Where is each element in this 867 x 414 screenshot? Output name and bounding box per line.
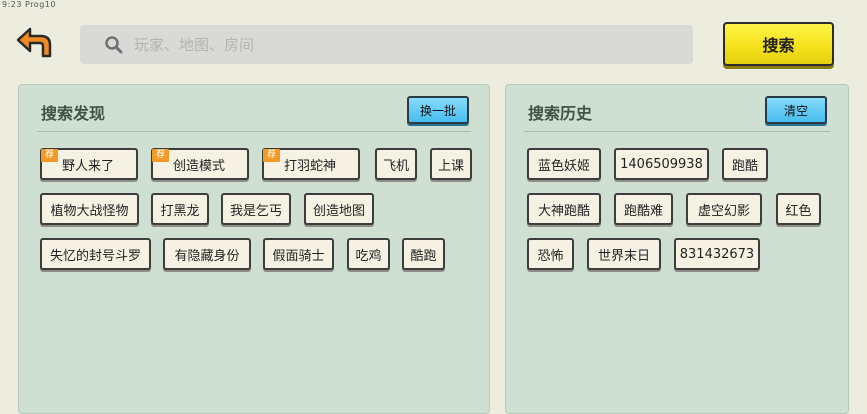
discover-tag[interactable]: 创造地图 (304, 193, 374, 225)
discover-tag[interactable]: 上课 (430, 148, 472, 180)
history-tag[interactable]: 恐怖 (527, 238, 574, 270)
history-tag[interactable]: 虚空幻影 (686, 193, 762, 225)
recommend-badge: 荐 (263, 149, 280, 162)
recommend-badge: 荐 (152, 149, 169, 162)
tag-label: 创造模式 (173, 158, 226, 174)
discover-title: 搜索发现 (41, 104, 106, 123)
discover-tag[interactable]: 荐 打羽蛇神 (262, 148, 360, 180)
divider (524, 131, 830, 132)
divider (37, 131, 471, 132)
search-button[interactable]: 搜索 (723, 22, 834, 66)
discover-tag[interactable]: 荐 野人来了 (40, 148, 138, 180)
history-tag[interactable]: 跑酷 (722, 148, 768, 180)
discover-tag[interactable]: 打黑龙 (151, 193, 209, 225)
search-input[interactable] (132, 34, 693, 55)
back-arrow-icon (16, 27, 52, 58)
tag-label: 打羽蛇神 (284, 158, 337, 174)
back-button[interactable] (14, 26, 54, 60)
history-tag[interactable]: 1406509938 (614, 148, 709, 180)
discover-tag[interactable]: 失忆的封号斗罗 (40, 238, 151, 270)
recommend-badge: 荐 (41, 149, 58, 162)
status-text: 9:23 Prog10 (2, 0, 56, 9)
history-tag[interactable]: 红色 (776, 193, 821, 225)
search-history-panel: 搜索历史 清空 蓝色妖姬 1406509938 跑酷 大神跑酷 跑酷难 虚空幻影… (505, 84, 849, 414)
refresh-button[interactable]: 换一批 (407, 96, 469, 124)
search-icon (105, 35, 123, 53)
discover-tag[interactable]: 吃鸡 (347, 238, 390, 270)
history-tag[interactable]: 大神跑酷 (527, 193, 601, 225)
tag-label: 野人来了 (62, 158, 115, 174)
discover-tag[interactable]: 荐 创造模式 (151, 148, 249, 180)
clear-history-button[interactable]: 清空 (765, 96, 827, 124)
history-tag[interactable]: 831432673 (674, 238, 760, 270)
discover-tag[interactable]: 假面骑士 (263, 238, 334, 270)
search-discover-panel: 搜索发现 换一批 荐 野人来了 荐 创造模式 荐 打羽蛇神 飞机 上课 植物大战… (18, 84, 490, 414)
discover-tag[interactable]: 植物大战怪物 (40, 193, 139, 225)
history-tag[interactable]: 蓝色妖姬 (527, 148, 601, 180)
history-tag[interactable]: 跑酷难 (614, 193, 673, 225)
history-title: 搜索历史 (528, 104, 593, 123)
history-tag[interactable]: 世界末日 (587, 238, 661, 270)
discover-tag[interactable]: 飞机 (375, 148, 417, 180)
discover-tag[interactable]: 我是乞丐 (221, 193, 291, 225)
discover-tag[interactable]: 酷跑 (402, 238, 445, 270)
discover-tag[interactable]: 有隐藏身份 (163, 238, 251, 270)
search-bar[interactable] (80, 25, 693, 64)
